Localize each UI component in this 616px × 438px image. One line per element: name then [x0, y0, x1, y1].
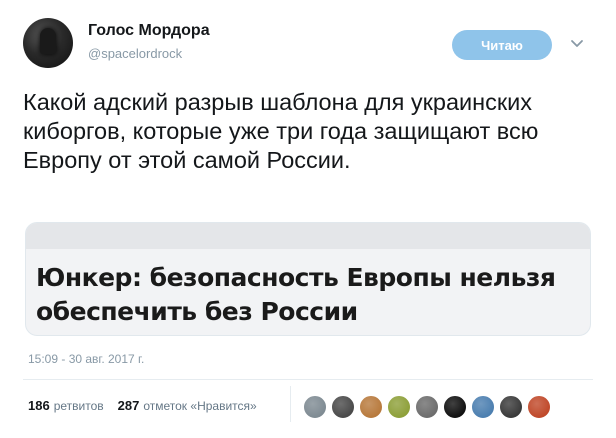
- retweets-label: ретвитов: [53, 399, 104, 413]
- card-headline[interactable]: Юнкер: безопасность Европы нельзя обеспе…: [36, 261, 582, 329]
- retweets-stat[interactable]: 186 ретвитов: [28, 398, 104, 413]
- link-card[interactable]: Юнкер: безопасность Европы нельзя обеспе…: [25, 222, 591, 336]
- liker-avatar[interactable]: [331, 395, 355, 419]
- liker-avatars: [303, 395, 551, 419]
- author-avatar[interactable]: [23, 18, 73, 68]
- liker-avatar[interactable]: [443, 395, 467, 419]
- author-name[interactable]: Голос Мордора: [88, 22, 210, 40]
- liker-avatar[interactable]: [499, 395, 523, 419]
- likes-label: отметок «Нравится»: [143, 399, 257, 413]
- liker-avatar[interactable]: [527, 395, 551, 419]
- retweets-count: 186: [28, 398, 50, 413]
- author-handle[interactable]: @spacelordrock: [88, 46, 182, 61]
- tweet-timestamp[interactable]: 15:09 - 30 авг. 2017 г.: [28, 352, 144, 366]
- likes-count: 287: [117, 398, 140, 413]
- default-avatar-icon[interactable]: [303, 395, 327, 419]
- liker-avatar[interactable]: [471, 395, 495, 419]
- avatar-figure: [40, 28, 56, 54]
- liker-avatar[interactable]: [359, 395, 383, 419]
- card-image-strip: [26, 223, 590, 249]
- chevron-down-icon[interactable]: [570, 37, 584, 51]
- divider: [23, 379, 593, 380]
- liker-avatar[interactable]: [415, 395, 439, 419]
- tweet-text: Какой адский разрыв шаблона для украинск…: [23, 89, 539, 173]
- stats-separator: [290, 386, 291, 422]
- following-button[interactable]: Читаю: [452, 30, 552, 60]
- tweet-stats: 186 ретвитов 287 отметок «Нравится»: [28, 398, 257, 413]
- likes-stat[interactable]: 287 отметок «Нравится»: [118, 398, 257, 413]
- liker-avatar[interactable]: [387, 395, 411, 419]
